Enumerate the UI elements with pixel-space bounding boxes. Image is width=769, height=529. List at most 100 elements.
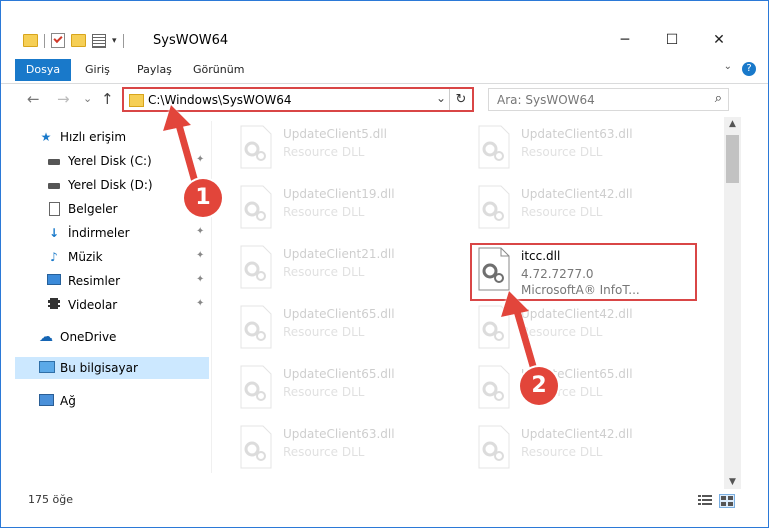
file-name: UpdateClient42.dll (521, 187, 633, 201)
forward-button[interactable]: → (57, 90, 70, 108)
file-name: UpdateClient21.dll (283, 247, 395, 261)
explorer-window: ▾ SysWOW64 ─ ☐ ✕ Dosya Giriş Paylaş Görü… (0, 0, 769, 528)
file-description: Resource DLL (521, 145, 603, 159)
highlight-box (470, 243, 697, 301)
file-item[interactable]: UpdateClient42.dll Resource DLL (475, 425, 695, 475)
file-description: Resource DLL (283, 145, 365, 159)
file-name: UpdateClient65.dll (283, 367, 395, 381)
nav-item-documents[interactable]: Belgeler ✦ (15, 198, 209, 220)
cloud-icon: ☁ (39, 329, 53, 345)
drive-icon (47, 154, 61, 168)
close-button[interactable]: ✕ (696, 23, 742, 57)
help-icon[interactable]: ? (742, 62, 756, 76)
step-2-badge: 2 (520, 367, 558, 405)
file-item[interactable]: UpdateClient65.dll Resource DLL (475, 365, 695, 415)
nav-item-quick-access[interactable]: ★ Hızlı erişim (15, 126, 209, 148)
expand-ribbon-icon[interactable]: ⌄ (724, 61, 732, 72)
address-bar[interactable]: C:\Windows\SysWOW64 ⌄ ↻ (122, 87, 474, 112)
tab-file[interactable]: Dosya (15, 59, 71, 81)
file-description: Resource DLL (283, 445, 365, 459)
nav-item-onedrive[interactable]: ☁ OneDrive (15, 326, 209, 348)
nav-item-label: Belgeler (68, 202, 118, 216)
recent-locations-button[interactable]: ⌄ (83, 92, 92, 105)
file-item[interactable]: UpdateClient65.dll Resource DLL (237, 365, 457, 415)
tab-home[interactable]: Giriş (85, 59, 110, 81)
file-description: Resource DLL (521, 325, 603, 339)
dll-file-icon (240, 185, 272, 229)
pictures-icon (47, 274, 61, 288)
pin-icon[interactable]: ✦ (196, 154, 204, 165)
file-name: UpdateClient19.dll (283, 187, 395, 201)
music-icon: ♪ (50, 250, 58, 264)
drive-icon (47, 178, 61, 192)
pin-icon[interactable]: ✦ (196, 250, 204, 261)
nav-item-label: OneDrive (60, 330, 117, 344)
file-name: UpdateClient42.dll (521, 307, 633, 321)
dll-file-icon (240, 365, 272, 409)
nav-item-drive-d[interactable]: Yerel Disk (D:) ✦ (15, 174, 209, 196)
nav-item-videos[interactable]: Videolar ✦ (15, 294, 209, 316)
back-button[interactable]: ← (27, 90, 40, 108)
maximize-button[interactable]: ☐ (649, 23, 695, 57)
file-item[interactable]: UpdateClient65.dll Resource DLL (237, 305, 457, 355)
file-item[interactable]: UpdateClient5.dll Resource DLL (237, 125, 457, 175)
toolbar-separator (44, 33, 45, 48)
file-item[interactable]: UpdateClient19.dll Resource DLL (237, 185, 457, 235)
properties-check-icon[interactable] (51, 33, 65, 48)
title-bar: ▾ SysWOW64 ─ ☐ ✕ (1, 23, 768, 57)
pane-divider[interactable] (211, 121, 212, 473)
file-description: Resource DLL (521, 445, 603, 459)
folder-icon (129, 94, 144, 107)
vertical-scrollbar[interactable]: ▲ ▼ (724, 117, 741, 489)
file-name: UpdateClient5.dll (283, 127, 387, 141)
minimize-button[interactable]: ─ (602, 23, 648, 57)
quick-access-toolbar: ▾ (23, 33, 124, 48)
file-description: Resource DLL (521, 205, 603, 219)
network-icon (39, 394, 54, 408)
folder-icon (23, 34, 38, 47)
nav-item-downloads[interactable]: ↓ İndirmeler ✦ (15, 222, 209, 244)
file-item[interactable]: UpdateClient42.dll Resource DLL (475, 185, 695, 235)
nav-item-label: Hızlı erişim (60, 130, 127, 144)
address-dropdown-icon[interactable]: ⌄ (436, 91, 446, 105)
file-name: UpdateClient63.dll (521, 127, 633, 141)
file-item[interactable]: UpdateClient42.dll Resource DLL (475, 305, 695, 355)
customize-toolbar-icon[interactable]: ▾ (112, 36, 117, 46)
search-input[interactable]: Ara: SysWOW64 (497, 93, 595, 107)
pin-icon[interactable]: ✦ (196, 274, 204, 285)
scroll-thumb[interactable] (726, 135, 739, 183)
tab-view[interactable]: Görünüm (193, 59, 244, 81)
tab-share[interactable]: Paylaş (137, 59, 172, 81)
scroll-down-icon[interactable]: ▼ (724, 477, 741, 487)
new-folder-icon[interactable] (71, 34, 86, 47)
download-icon: ↓ (48, 226, 60, 240)
status-item-count: 175 öğe (28, 493, 73, 506)
file-item[interactable]: UpdateClient63.dll Resource DLL (237, 425, 457, 475)
address-path[interactable]: C:\Windows\SysWOW64 (148, 93, 292, 107)
file-name: UpdateClient63.dll (283, 427, 395, 441)
scroll-up-icon[interactable]: ▲ (724, 119, 741, 129)
tiles-view-icon[interactable] (719, 494, 735, 508)
nav-item-this-pc[interactable]: Bu bilgisayar (15, 357, 209, 379)
pin-icon[interactable]: ✦ (196, 298, 204, 309)
nav-item-music[interactable]: ♪ Müzik ✦ (15, 246, 209, 268)
file-name: UpdateClient65.dll (283, 307, 395, 321)
nav-item-label: Yerel Disk (D:) (68, 178, 153, 192)
up-button[interactable]: ↑ (101, 90, 114, 108)
nav-item-drive-c[interactable]: Yerel Disk (C:) ✦ (15, 150, 209, 172)
nav-item-network[interactable]: Ağ (15, 390, 209, 412)
nav-item-label: Videolar (68, 298, 118, 312)
refresh-button[interactable]: ↻ (449, 89, 472, 110)
details-view-icon[interactable] (698, 494, 712, 506)
properties-icon[interactable] (92, 33, 106, 48)
search-icon[interactable]: ⌕ (715, 91, 722, 106)
documents-icon (47, 202, 61, 216)
search-box[interactable]: Ara: SysWOW64 ⌕ (488, 88, 729, 111)
nav-item-pictures[interactable]: Resimler ✦ (15, 270, 209, 292)
file-item[interactable]: UpdateClient21.dll Resource DLL (237, 245, 457, 295)
file-item[interactable]: UpdateClient63.dll Resource DLL (475, 125, 695, 175)
file-description: Resource DLL (283, 265, 365, 279)
pin-icon[interactable]: ✦ (196, 226, 204, 237)
nav-item-label: Ağ (60, 394, 76, 408)
videos-icon (47, 298, 61, 312)
